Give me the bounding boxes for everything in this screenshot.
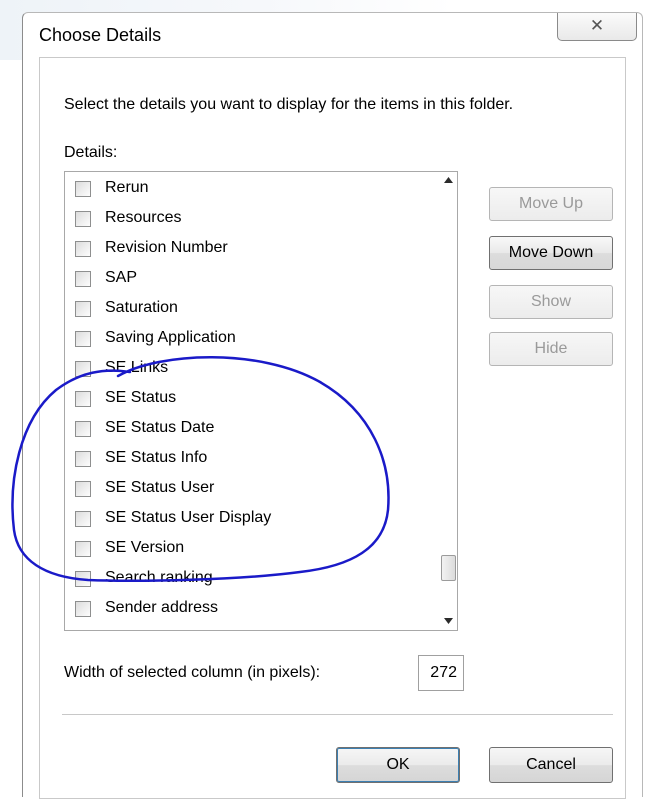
detail-label: SE Status User (105, 479, 215, 496)
cancel-button[interactable]: Cancel (489, 747, 613, 783)
detail-label: SE Links (105, 359, 169, 376)
detail-label: SE Version (105, 539, 185, 556)
detail-label: SE Status Date (105, 419, 215, 436)
detail-label: Saturation (105, 299, 178, 316)
detail-row[interactable]: SE Status (65, 385, 440, 415)
instructions-text: Select the details you want to display f… (64, 96, 514, 113)
detail-row[interactable]: Saving Application (65, 325, 440, 355)
triangle-up-icon (444, 177, 453, 183)
detail-row[interactable]: Revision Number (65, 235, 440, 265)
choose-details-dialog: Choose Details ✕ Select the details you … (22, 12, 643, 799)
close-icon: ✕ (589, 16, 605, 35)
detail-label: Sender address (105, 599, 218, 616)
close-button[interactable]: ✕ (557, 13, 637, 41)
triangle-down-icon (444, 618, 453, 624)
show-button[interactable]: Show (489, 285, 613, 319)
detail-row[interactable]: SE Status Info (65, 445, 440, 475)
detail-label: SE Status User Display (105, 509, 272, 526)
detail-checkbox[interactable] (75, 601, 91, 617)
dialog-body: Select the details you want to display f… (39, 57, 626, 799)
detail-row[interactable] (65, 625, 440, 630)
scroll-thumb[interactable] (441, 555, 456, 582)
detail-row[interactable]: SE Version (65, 535, 440, 565)
detail-checkbox[interactable] (75, 211, 91, 227)
detail-row[interactable]: SE Status User (65, 475, 440, 505)
detail-checkbox[interactable] (75, 241, 91, 257)
title-bar: Choose Details ✕ (23, 13, 642, 57)
dialog-title: Choose Details (39, 25, 162, 45)
detail-label: Saving Application (105, 329, 236, 346)
detail-row[interactable]: SE Status User Display (65, 505, 440, 535)
details-label: Details: (64, 144, 118, 161)
detail-row[interactable]: SE Status Date (65, 415, 440, 445)
ok-button[interactable]: OK (336, 747, 460, 783)
scroll-up-arrow[interactable] (440, 172, 457, 189)
vertical-scrollbar[interactable] (440, 172, 457, 630)
detail-checkbox[interactable] (75, 451, 91, 467)
details-listbox[interactable]: Rerun Resources Revision Number SAP Saturati… (64, 171, 458, 631)
detail-row[interactable]: Rerun (65, 175, 440, 205)
move-down-button[interactable]: Move Down (489, 236, 613, 270)
detail-label: SAP (105, 269, 138, 286)
scroll-down-arrow[interactable] (440, 613, 457, 630)
move-up-button[interactable]: Move Up (489, 187, 613, 221)
detail-row[interactable]: Sender address (65, 595, 440, 625)
detail-label: Resources (105, 209, 182, 226)
detail-checkbox[interactable] (75, 511, 91, 527)
detail-row[interactable]: SAP (65, 265, 440, 295)
detail-row[interactable]: SE Links (65, 355, 440, 385)
hide-button[interactable]: Hide (489, 332, 613, 366)
detail-checkbox[interactable] (75, 541, 91, 557)
detail-checkbox[interactable] (75, 361, 91, 377)
detail-checkbox[interactable] (75, 181, 91, 197)
detail-label: SE Status (105, 389, 177, 406)
separator (62, 714, 613, 715)
detail-row[interactable]: Saturation (65, 295, 440, 325)
detail-checkbox[interactable] (75, 301, 91, 317)
detail-row[interactable]: Search ranking (65, 565, 440, 595)
column-width-label: Width of selected column (in pixels): (64, 664, 321, 681)
column-width-input[interactable]: 272 (418, 655, 464, 691)
detail-label: SE Status Info (105, 449, 208, 466)
detail-checkbox[interactable] (75, 481, 91, 497)
detail-label: Rerun (105, 179, 149, 196)
detail-checkbox[interactable] (75, 421, 91, 437)
detail-checkbox[interactable] (75, 571, 91, 587)
detail-row[interactable]: Resources (65, 205, 440, 235)
detail-label: Search ranking (105, 569, 213, 586)
detail-checkbox[interactable] (75, 391, 91, 407)
detail-checkbox[interactable] (75, 331, 91, 347)
detail-label: Revision Number (105, 239, 228, 256)
detail-checkbox[interactable] (75, 271, 91, 287)
